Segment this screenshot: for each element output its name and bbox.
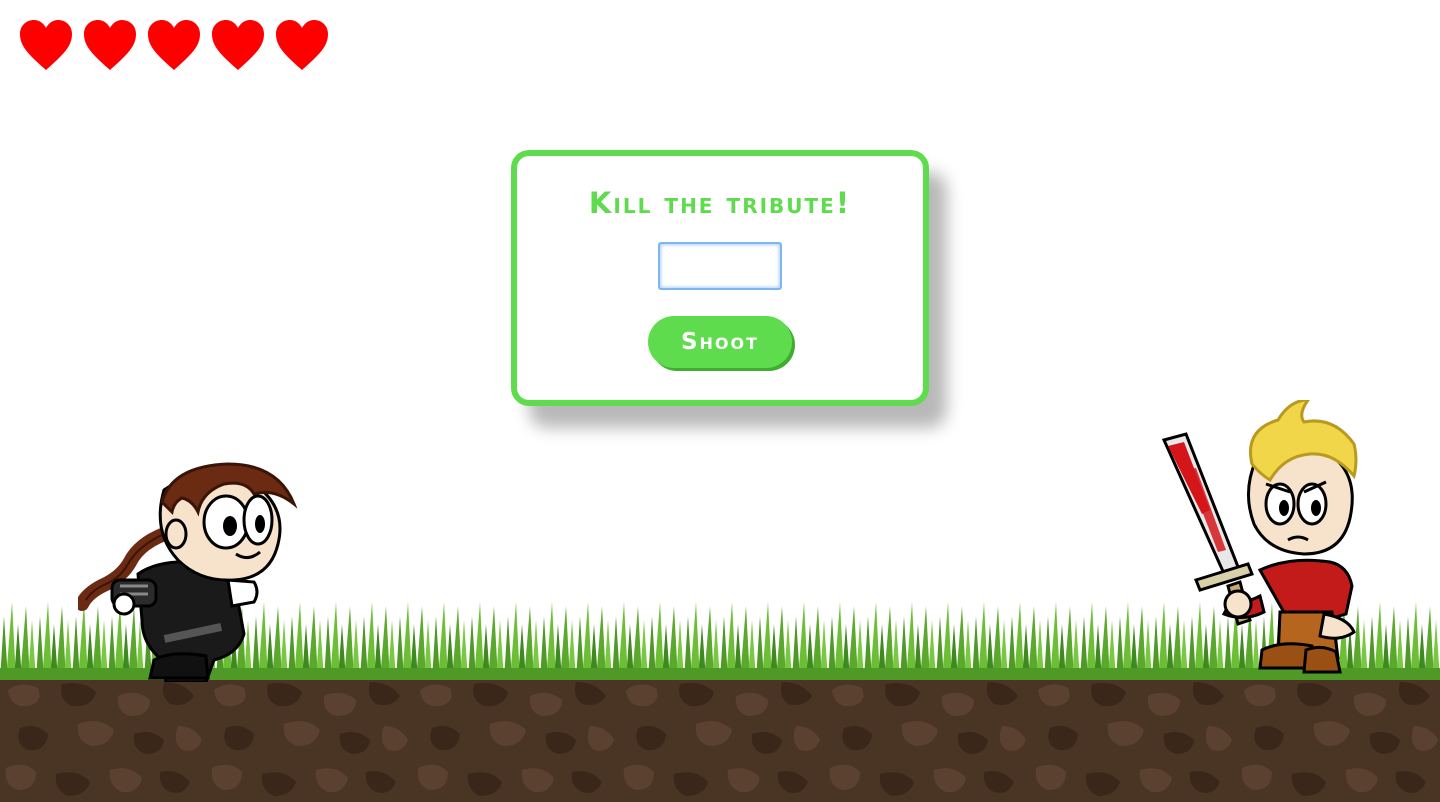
- answer-input[interactable]: [658, 242, 782, 290]
- heart-icon: [212, 20, 264, 70]
- dirt-ground: [0, 676, 1440, 802]
- tribute-with-sword-sprite: [1161, 400, 1358, 674]
- dialog-title: Kill the tribute!: [588, 186, 852, 220]
- heart-icon: [84, 20, 136, 70]
- challenge-dialog: Kill the tribute! Shoot: [511, 150, 929, 406]
- lives-bar: [18, 18, 330, 72]
- katniss-sprite: [78, 462, 298, 682]
- heart-icon: [148, 20, 200, 70]
- heart-icon: [20, 20, 72, 70]
- shoot-button[interactable]: Shoot: [648, 316, 792, 368]
- heart-icon: [276, 20, 328, 70]
